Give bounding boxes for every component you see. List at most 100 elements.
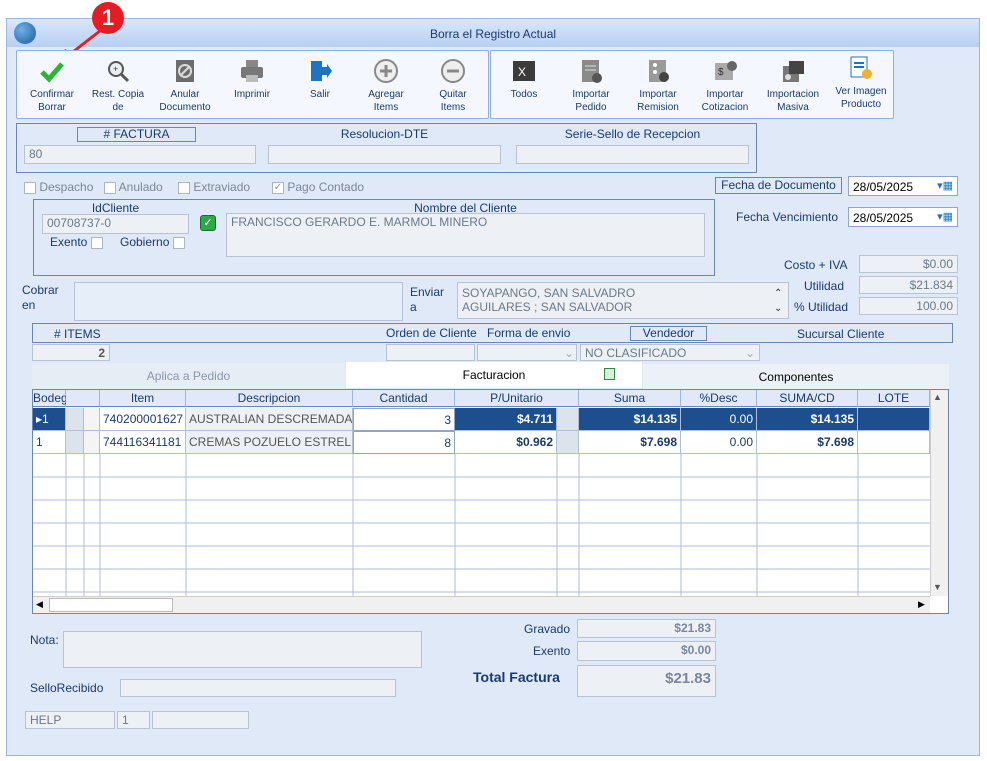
importar-pedido-button[interactable]: Importar Pedido [561,58,621,114]
orden-cliente-label: Orden de Cliente [386,326,477,340]
calendar-icon[interactable]: ▾▦ [937,179,953,192]
restaurar-copia-button[interactable]: + Rest. Copia de [88,58,148,114]
bodega-dropdown-icon[interactable] [66,408,84,431]
col-header-sumacd[interactable]: SUMA/CD [757,390,858,407]
total-factura-label: Total Factura [473,669,560,685]
salir-button[interactable]: Salir [290,58,350,101]
tab-facturacion[interactable]: Facturacion [346,362,642,388]
app-logo-icon [14,22,36,44]
vendedor-label: Vendedor [630,326,707,341]
quitar-items-button[interactable]: Quitar Items [423,58,483,114]
cell-punitario[interactable]: $0.962 [455,431,557,454]
todos-button[interactable]: X Todos [494,58,554,101]
cell-cantidad[interactable]: 3 [353,408,455,431]
idcliente-field[interactable]: 00708737-0 [42,214,189,234]
row-marker [84,408,100,431]
scroll-right-icon[interactable]: ▶ [918,599,925,610]
exit-icon [311,61,332,81]
cell-descuento[interactable]: 0.00 [681,408,757,431]
imprimir-button[interactable]: Imprimir [222,58,282,101]
col-header-suma[interactable]: Suma [579,390,681,407]
col-header-spacer [66,390,100,407]
grid-horizontal-scrollbar[interactable]: ◀ ▶ [33,596,930,613]
scroll-down-icon[interactable]: ▼ [933,582,942,592]
cell-item[interactable]: 744116341181 [100,431,186,454]
extraviado-checkbox[interactable]: Extraviado [178,180,250,194]
col-header-lote[interactable]: LOTE [858,390,930,407]
printer-icon [241,60,263,82]
calendar-icon[interactable]: ▾▦ [937,210,953,223]
nota-field[interactable] [63,631,422,668]
sello-recibido-label: SelloRecibido [30,681,104,695]
col-header-punitario[interactable]: P/Unitario [455,390,579,407]
validate-check-icon[interactable]: ✓ [200,215,216,231]
cell-suma: $7.698 [579,431,681,454]
nombre-cliente-field[interactable]: FRANCISCO GERARDO E. MARMOL MINERO [226,213,705,257]
exento-checkbox[interactable]: Exento [50,235,103,249]
items-count-label: # ITEMS [54,327,101,341]
cell-item[interactable]: 740200001627 [100,408,186,431]
tab-aplica-pedido[interactable]: Aplica a Pedido [32,363,345,389]
status-extra [152,711,249,729]
vendedor-select[interactable]: NO CLASIFICADO ⌄ [580,344,760,361]
pago-contado-checkbox[interactable]: ✓ Pago Contado [272,180,364,194]
importacion-masiva-button[interactable]: Importacion Masiva [762,58,824,114]
table-row[interactable]: ▸1 740200001627 AUSTRALIAN DESCREMADA 3 … [33,408,930,431]
tab-componentes[interactable]: Componentes [643,364,949,390]
table-row[interactable]: 1 744116341181 CREMAS POZUELO ESTREL 8 $… [33,431,930,454]
fecha-documento-picker[interactable]: 28/05/2025 ▾▦ [848,176,958,196]
idcliente-label: IdCliente [91,201,140,215]
cell-descripcion[interactable]: CREMAS POZUELO ESTREL [186,431,353,454]
despacho-checkbox[interactable]: Despacho [24,180,93,194]
dropdown-arrow-icon: ⌄ [563,346,574,360]
col-header-item[interactable]: Item [100,390,186,407]
porcentaje-utilidad-label: % Utilidad [794,300,849,314]
cell-punitario[interactable]: $4.711 [455,408,557,431]
scroll-thumb[interactable] [49,598,173,612]
gobierno-checkbox[interactable]: Gobierno [120,235,185,249]
cell-bodega[interactable]: ▸1 [33,408,66,431]
sello-recepcion-field[interactable] [516,145,749,164]
importar-cotizacion-button[interactable]: $ Importar Cotizacion [695,58,755,114]
total-factura-field: $21.83 [577,665,716,697]
scroll-left-icon[interactable]: ◀ [36,599,43,610]
ver-imagen-producto-button[interactable]: Ver Imagen Producto [830,55,892,111]
agregar-items-button[interactable]: Agregar Items [356,58,416,114]
cell-descripcion[interactable]: AUSTRALIAN DESCREMADA [186,408,353,431]
grid-vertical-scrollbar[interactable]: ▲ ▼ [930,390,948,596]
fecha-vencimiento-picker[interactable]: 28/05/2025 ▾▦ [848,207,958,227]
cell-cantidad[interactable]: 8 [353,431,455,454]
importar-remision-button[interactable]: Importar Remision [628,58,688,114]
cell-descuento[interactable]: 0.00 [681,431,757,454]
cobrar-field[interactable] [74,282,403,321]
orden-cliente-field[interactable] [386,344,475,361]
enviar-scroll-arrows-icon[interactable]: ⌃ ⌄ [774,286,782,316]
anular-documento-button[interactable]: Anular Documento [153,58,217,114]
cell-lote[interactable] [858,408,930,431]
col-header-descuento[interactable]: %Desc [681,390,757,407]
svg-text:X: X [518,65,526,79]
sello-recibido-field[interactable] [120,679,396,697]
cell-lote[interactable] [858,431,930,454]
resolucion-label: Resolucion-DTE [340,127,429,141]
status-page: 1 [117,711,150,729]
col-header-descripcion[interactable]: Descripcion [186,390,353,407]
confirmar-borrar-button[interactable]: Confirmar Borrar [22,58,82,114]
anulado-checkbox[interactable]: Anulado [104,180,163,194]
enviar-field[interactable]: SOYAPANGO, SAN SALVADRO AGUILARES ; SAN S… [457,282,789,319]
cell-bodega[interactable]: 1 [33,431,66,454]
sello-recepcion-label: Serie-Sello de Recepcion [564,127,701,141]
row-marker [84,431,100,454]
checkmark-icon [40,62,64,83]
resolucion-field[interactable] [268,145,501,164]
sucursal-cliente-label: Sucursal Cliente [797,327,885,341]
col-header-bodega[interactable]: Bodega [33,390,74,407]
bodega-dropdown-icon[interactable] [66,431,84,454]
price-dropdown-icon[interactable] [557,408,579,431]
price-dropdown-icon[interactable] [557,431,579,454]
utilidad-label: Utilidad [804,279,845,293]
forma-envio-select[interactable]: ⌄ [477,344,577,361]
factura-number-field[interactable]: 80 [24,145,256,164]
scroll-up-icon[interactable]: ▲ [933,392,942,402]
col-header-cantidad[interactable]: Cantidad [353,390,455,407]
